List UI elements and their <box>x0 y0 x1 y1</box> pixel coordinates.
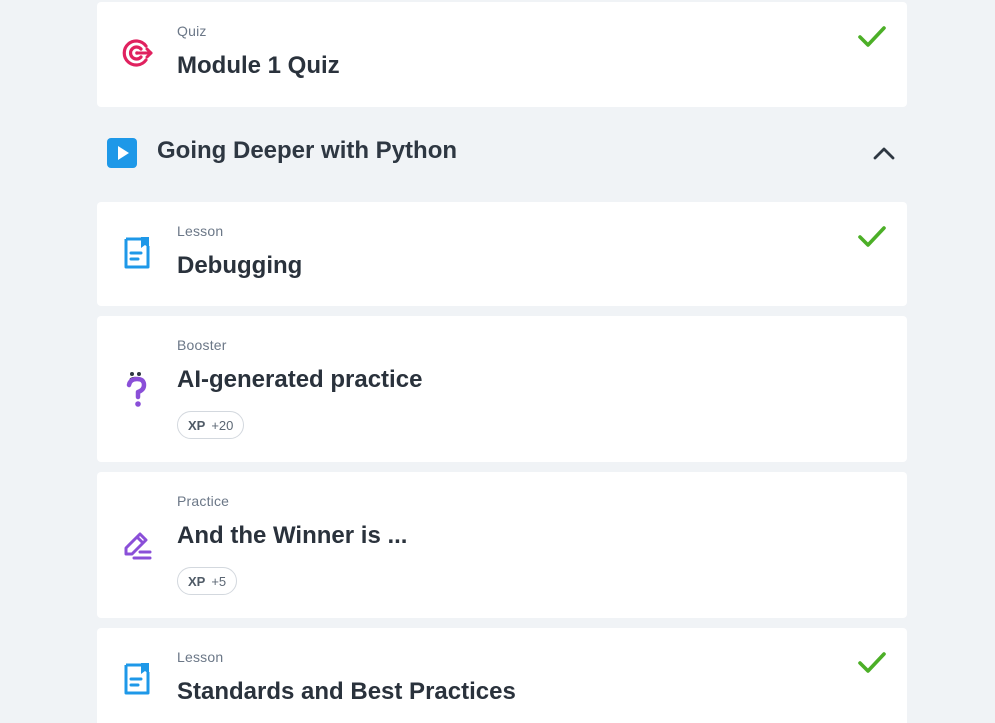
section-title: Going Deeper with Python <box>157 137 458 164</box>
xp-value: +20 <box>211 417 234 433</box>
xp-badge: XP +5 <box>177 567 238 595</box>
pencil-edit-icon <box>119 527 155 563</box>
quiz-card[interactable]: Quiz Module 1 Quiz <box>97 2 907 107</box>
lesson-document-icon <box>119 661 155 697</box>
question-mark-icon <box>119 371 155 407</box>
lesson-card[interactable]: Lesson Standards and Best Practices <box>97 628 907 723</box>
xp-label: XP <box>188 417 206 433</box>
target-icon <box>119 35 155 71</box>
booster-card[interactable]: Booster AI-generated practice XP +20 <box>97 316 907 462</box>
play-icon <box>107 138 137 168</box>
lesson-document-icon <box>119 235 155 271</box>
chevron-up-icon[interactable] <box>871 141 897 165</box>
item-kind-label: Quiz <box>177 23 207 39</box>
lesson-card[interactable]: Lesson Debugging <box>97 202 907 306</box>
checkmark-icon <box>858 226 886 247</box>
xp-badge: XP +20 <box>177 411 245 439</box>
item-kind-label: Practice <box>177 493 230 509</box>
item-title[interactable]: Module 1 Quiz <box>177 52 340 80</box>
checkmark-icon <box>858 652 886 673</box>
item-kind-label: Lesson <box>177 649 224 665</box>
item-kind-label: Lesson <box>177 223 224 239</box>
item-title[interactable]: And the Winner is ... <box>177 522 407 550</box>
xp-label: XP <box>188 573 206 589</box>
section-header[interactable]: Going Deeper with Python <box>97 125 907 181</box>
item-title[interactable]: AI-generated practice <box>177 366 422 394</box>
practice-card[interactable]: Practice And the Winner is ... XP +5 <box>97 472 907 618</box>
item-title[interactable]: Standards and Best Practices <box>177 678 516 706</box>
item-kind-label: Booster <box>177 337 227 353</box>
xp-value: +5 <box>211 573 227 589</box>
item-title[interactable]: Debugging <box>177 252 302 280</box>
checkmark-icon <box>858 26 886 47</box>
